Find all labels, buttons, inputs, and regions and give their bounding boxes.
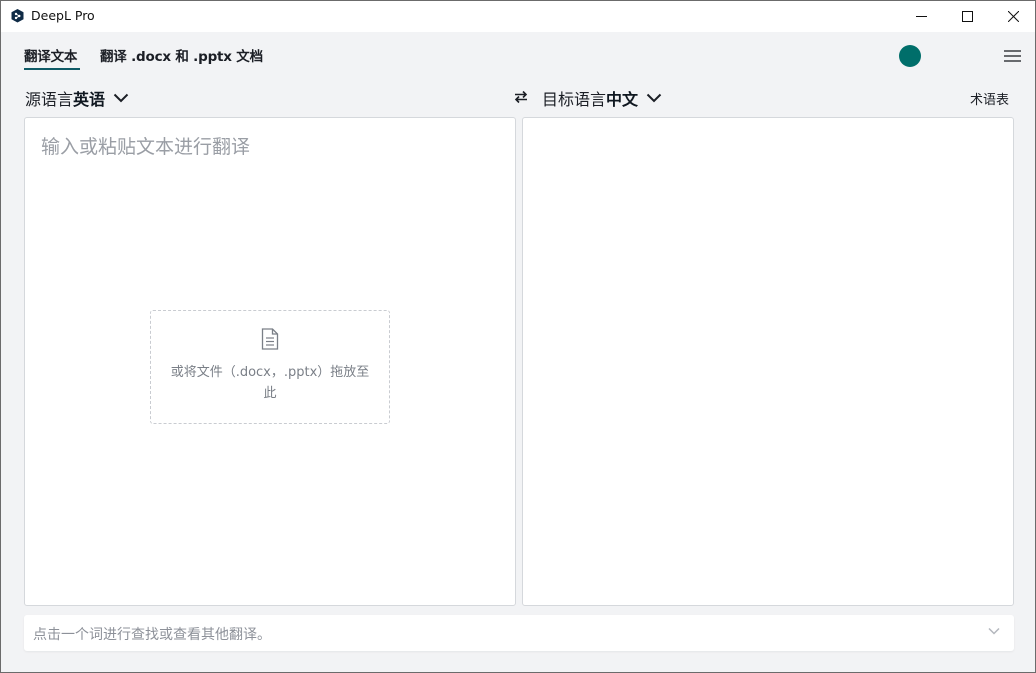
language-row: 源语言 英语 目标语言 中文 术语表 xyxy=(1,81,1035,113)
window-title: DeepL Pro xyxy=(31,8,95,23)
file-drop-zone[interactable]: 或将文件（.docx，.pptx）拖放至此 xyxy=(150,310,390,424)
source-language-selector[interactable]: 源语言 英语 xyxy=(25,86,129,110)
minimize-icon xyxy=(915,16,927,17)
target-text-panel[interactable] xyxy=(522,117,1014,606)
target-language-name: 中文 xyxy=(606,90,639,109)
active-tab-indicator xyxy=(24,68,80,70)
dictionary-hint: 点击一个词进行查找或查看其他翻译。 xyxy=(33,627,271,643)
source-input-placeholder[interactable]: 输入或粘贴文本进行翻译 xyxy=(41,132,250,159)
chevron-down-icon[interactable] xyxy=(988,627,1000,635)
source-language-prefix: 源语言 xyxy=(25,90,74,109)
tab-translate-documents[interactable]: 翻译 .docx 和 .pptx 文档 xyxy=(100,45,263,65)
drop-zone-text: 或将文件（.docx，.pptx）拖放至此 xyxy=(170,365,370,401)
app-window: DeepL Pro 翻译文本 翻译 .docx 和 .pptx 文档 源语言 英… xyxy=(0,0,1036,673)
maximize-icon xyxy=(961,11,973,22)
chevron-down-icon xyxy=(113,93,129,103)
deepl-logo-icon xyxy=(11,9,24,23)
swap-arrows-icon[interactable] xyxy=(514,90,528,104)
minimize-button[interactable] xyxy=(898,1,944,32)
hamburger-menu-icon[interactable] xyxy=(1002,49,1022,63)
mode-tabs: 翻译文本 翻译 .docx 和 .pptx 文档 xyxy=(1,32,1035,74)
close-icon xyxy=(1007,11,1019,22)
document-icon xyxy=(261,328,279,350)
title-bar: DeepL Pro xyxy=(1,1,1035,32)
glossary-button[interactable]: 术语表 xyxy=(970,89,1009,108)
user-avatar[interactable] xyxy=(899,45,921,67)
dictionary-bar[interactable]: 点击一个词进行查找或查看其他翻译。 xyxy=(24,615,1014,651)
target-language-selector[interactable]: 目标语言 中文 xyxy=(542,86,662,110)
close-button[interactable] xyxy=(990,1,1036,32)
tab-translate-text[interactable]: 翻译文本 xyxy=(24,45,77,65)
maximize-button[interactable] xyxy=(944,1,990,32)
chevron-down-icon xyxy=(646,93,662,103)
source-language-name: 英语 xyxy=(73,90,106,109)
source-text-panel[interactable]: 输入或粘贴文本进行翻译 或将文件（.docx，.pptx）拖放至此 xyxy=(24,117,516,606)
target-language-prefix: 目标语言 xyxy=(542,90,607,109)
